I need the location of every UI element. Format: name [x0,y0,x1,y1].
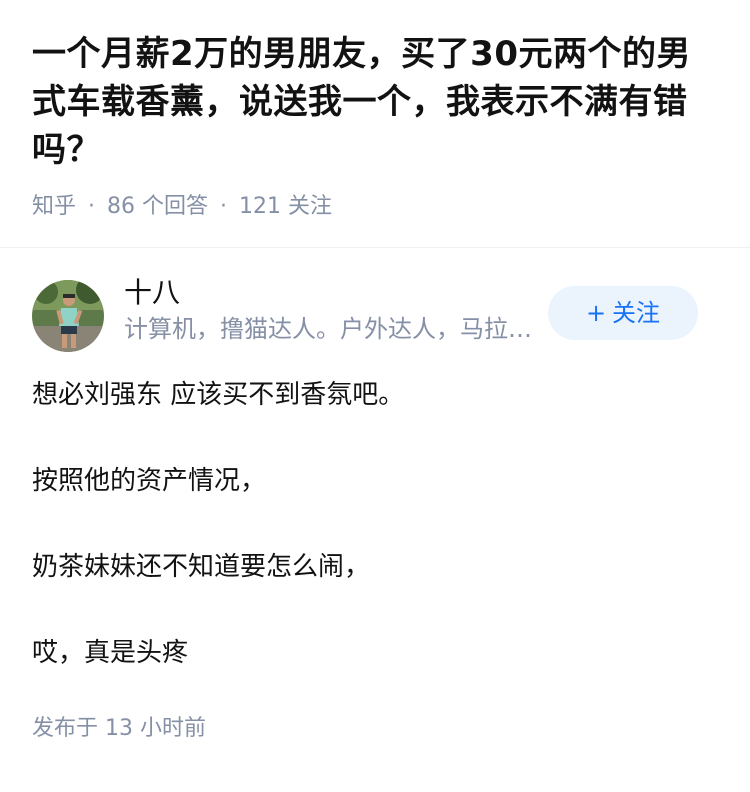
answer-paragraph: 哎，真是头疼 [32,638,189,668]
publish-prefix: 发布于 [32,716,99,741]
plus-icon: + [585,299,607,327]
followers-count: 121 [239,194,282,219]
follow-button[interactable]: + 关注 [548,286,698,340]
avatar[interactable] [32,280,104,352]
publish-count: 13 [105,716,134,741]
answer-paragraph: 奶茶妹妹还不知道要怎么闹， [32,552,371,582]
answer-content[interactable]: 想必刘强东 应该买不到香氛吧。 按照他的资产情况， 奶茶妹妹还不知道要怎么闹， … [32,374,718,674]
answers-count: 86 [107,194,136,219]
author-bio: 计算机，撸猫达人。户外达人，马拉松爱好者 [124,315,539,343]
follow-label: 关注 [612,299,661,327]
followers-label: 关注 [288,194,333,219]
source-label[interactable]: 知乎 [32,194,76,219]
meta-separator: · [220,194,228,219]
meta-separator: · [88,194,96,219]
author-row: 十八 计算机，撸猫达人。户外达人，马拉松爱好者 +关注 [32,276,718,352]
question-header: 一个月薪2万的男朋友，买了30元两个的男式车载香薰，说送我一个，我表示不满有错吗… [0,0,750,222]
author-info: 十八 计算机，撸猫达人。户外达人，马拉松爱好者 [124,274,539,346]
question-title[interactable]: 一个月薪2万的男朋友，买了30元两个的男式车载香薰，说送我一个，我表示不满有错吗… [32,30,718,174]
question-meta: 知乎 · 86 个回答 · 121 关注 [32,192,718,222]
answer-paragraph: 按照他的资产情况， [32,466,267,496]
publish-time: 发布于 13 小时前 [32,714,718,744]
answer-card: 十八 计算机，撸猫达人。户外达人，马拉松爱好者 +关注 想必刘强东 应该买不到香… [0,248,750,744]
runner-photo-avatar-icon [32,280,104,352]
author-name[interactable]: 十八 [124,274,539,312]
answer-paragraph: 想必刘强东 应该买不到香氛吧。 [32,380,405,410]
answers-label: 个回答 [142,194,209,219]
publish-unit: 小时前 [140,716,207,741]
